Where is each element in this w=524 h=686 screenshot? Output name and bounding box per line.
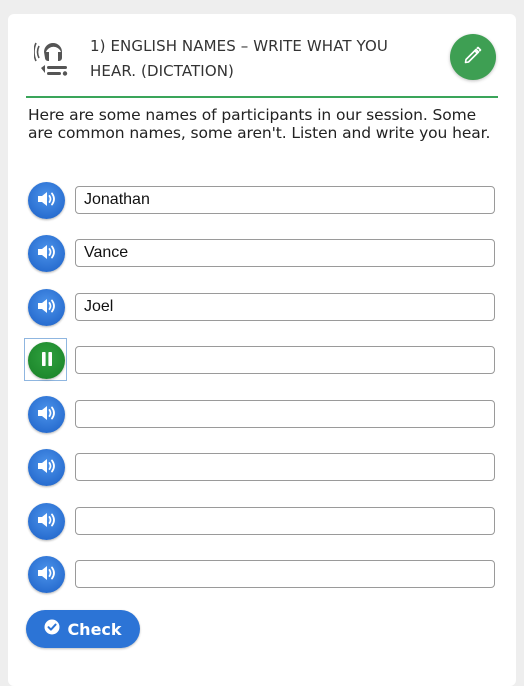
play-audio-button[interactable]: [28, 289, 65, 326]
pencil-icon: [463, 45, 483, 69]
answer-input[interactable]: [75, 400, 495, 428]
dictation-row: [26, 234, 498, 274]
pause-icon: [40, 351, 54, 371]
exercise-header: 1) ENGLISH NAMES – WRITE WHAT YOU HEAR. …: [26, 30, 498, 98]
speaker-icon: [37, 243, 57, 265]
dictation-row: [26, 181, 498, 221]
answer-input[interactable]: [75, 453, 495, 481]
instructions-text: Here are some names of participants in o…: [28, 106, 491, 142]
answer-input[interactable]: [75, 507, 495, 535]
edit-button[interactable]: [450, 34, 496, 80]
speaker-icon: [37, 511, 57, 533]
answer-input[interactable]: [75, 560, 495, 588]
dictation-row: [26, 288, 498, 328]
dictation-row: [24, 338, 498, 381]
play-audio-button[interactable]: [28, 396, 65, 433]
audio-dictation-icon: [33, 36, 72, 80]
dictation-row: [26, 555, 498, 595]
play-audio-button[interactable]: [28, 503, 65, 540]
speaker-icon: [37, 457, 57, 479]
play-audio-button[interactable]: [28, 449, 65, 486]
play-audio-button[interactable]: [28, 235, 65, 272]
play-audio-button[interactable]: [28, 556, 65, 593]
play-audio-button[interactable]: [28, 182, 65, 219]
exercise-card: 1) ENGLISH NAMES – WRITE WHAT YOU HEAR. …: [8, 14, 516, 686]
exercise-title: 1) ENGLISH NAMES – WRITE WHAT YOU HEAR. …: [90, 37, 388, 80]
speaker-icon: [37, 564, 57, 586]
answer-input[interactable]: [75, 186, 495, 214]
speaker-icon: [37, 190, 57, 212]
answer-input[interactable]: [75, 293, 495, 321]
dictation-row: [26, 502, 498, 542]
answer-input[interactable]: [75, 239, 495, 267]
checkmark-circle-icon: [44, 619, 60, 639]
check-button-label: Check: [67, 619, 122, 639]
pause-audio-button[interactable]: [28, 342, 65, 379]
check-button[interactable]: Check: [26, 610, 140, 648]
dictation-row: [26, 395, 498, 435]
answer-input[interactable]: [75, 346, 495, 374]
speaker-icon: [37, 297, 57, 319]
dictation-row: [26, 448, 498, 488]
speaker-icon: [37, 404, 57, 426]
